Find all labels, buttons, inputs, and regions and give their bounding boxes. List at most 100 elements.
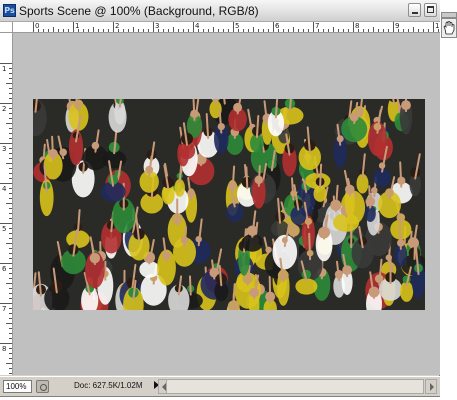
canvas-area[interactable] bbox=[13, 33, 440, 375]
hand-tool-icon[interactable] bbox=[443, 21, 455, 35]
ruler-tick bbox=[153, 22, 154, 32]
ruler-minor-tick bbox=[418, 29, 419, 32]
ruler-minor-tick bbox=[198, 29, 199, 32]
ruler-minor-tick bbox=[9, 113, 12, 114]
ruler-label: 1 bbox=[2, 65, 7, 73]
vertical-ruler[interactable]: 1 2 3 4 5 6 7 8 bbox=[0, 33, 13, 375]
horizontal-ruler[interactable]: 012345678910 bbox=[13, 22, 440, 33]
ruler-tick bbox=[0, 223, 12, 224]
ruler-minor-tick bbox=[173, 27, 174, 32]
ruler-minor-tick bbox=[9, 78, 12, 79]
crowd-photo[interactable] bbox=[33, 99, 425, 310]
ruler-minor-tick bbox=[6, 243, 12, 244]
ruler-minor-tick bbox=[138, 29, 139, 32]
ruler-minor-tick bbox=[438, 29, 439, 32]
zoom-level-field[interactable]: 100% bbox=[3, 380, 32, 393]
ruler-minor-tick bbox=[9, 278, 12, 279]
ruler-minor-tick bbox=[9, 268, 12, 269]
ruler-minor-tick bbox=[368, 29, 369, 32]
crowd-photo-graphic bbox=[33, 99, 425, 310]
ruler-minor-tick bbox=[398, 29, 399, 32]
ruler-origin[interactable] bbox=[0, 22, 13, 33]
minimize-button[interactable] bbox=[408, 3, 421, 17]
ruler-minor-tick bbox=[9, 293, 12, 294]
ruler-minor-tick bbox=[9, 153, 12, 154]
ruler-tick bbox=[193, 22, 194, 32]
horizontal-scrollbar[interactable] bbox=[166, 379, 424, 394]
ruler-minor-tick bbox=[343, 29, 344, 32]
ruler-minor-tick bbox=[423, 29, 424, 32]
ruler-minor-tick bbox=[9, 133, 12, 134]
ruler-minor-tick bbox=[9, 193, 12, 194]
ruler-minor-tick bbox=[9, 353, 12, 354]
ruler-minor-tick bbox=[428, 29, 429, 32]
ruler-minor-tick bbox=[383, 29, 384, 32]
ruler-minor-tick bbox=[283, 29, 284, 32]
ruler-minor-tick bbox=[263, 29, 264, 32]
scroll-right-button[interactable] bbox=[425, 379, 437, 394]
ruler-minor-tick bbox=[6, 163, 12, 164]
ruler-tick bbox=[33, 22, 34, 32]
ruler-minor-tick bbox=[9, 158, 12, 159]
ruler-minor-tick bbox=[118, 29, 119, 32]
ruler-minor-tick bbox=[158, 29, 159, 32]
ruler-tick bbox=[313, 22, 314, 32]
ruler-minor-tick bbox=[238, 29, 239, 32]
ruler-minor-tick bbox=[323, 29, 324, 32]
ruler-minor-tick bbox=[9, 93, 12, 94]
ruler-minor-tick bbox=[9, 213, 12, 214]
ruler-minor-tick bbox=[328, 29, 329, 32]
title-bar[interactable]: Ps Sports Scene @ 100% (Background, RGB/… bbox=[0, 0, 440, 22]
ruler-minor-tick bbox=[303, 29, 304, 32]
ruler-minor-tick bbox=[9, 108, 12, 109]
ruler-minor-tick bbox=[6, 283, 12, 284]
ruler-minor-tick bbox=[178, 29, 179, 32]
ruler-minor-tick bbox=[9, 148, 12, 149]
status-info-icon[interactable] bbox=[36, 380, 49, 393]
ruler-tick bbox=[233, 22, 234, 32]
minimize-icon bbox=[412, 12, 418, 14]
ruler-tick bbox=[0, 103, 12, 104]
ruler-minor-tick bbox=[9, 258, 12, 259]
ruler-tick bbox=[0, 183, 12, 184]
ruler-minor-tick bbox=[298, 29, 299, 32]
ruler-tick bbox=[73, 22, 74, 32]
ruler-minor-tick bbox=[388, 29, 389, 32]
ruler-minor-tick bbox=[9, 273, 12, 274]
ruler-minor-tick bbox=[48, 29, 49, 32]
ruler-minor-tick bbox=[9, 308, 12, 309]
ruler-minor-tick bbox=[168, 29, 169, 32]
ruler-minor-tick bbox=[9, 138, 12, 139]
ruler-minor-tick bbox=[373, 27, 374, 32]
ruler-minor-tick bbox=[6, 123, 12, 124]
document-size-info: Doc: 627.5K/1.02M bbox=[74, 381, 143, 390]
ruler-minor-tick bbox=[88, 29, 89, 32]
tool-palette bbox=[441, 18, 457, 38]
ruler-minor-tick bbox=[128, 29, 129, 32]
ruler-minor-tick bbox=[403, 29, 404, 32]
ruler-minor-tick bbox=[9, 168, 12, 169]
window-title: Sports Scene @ 100% (Background, RGB/8) bbox=[19, 4, 259, 18]
ruler-label: 6 bbox=[2, 265, 7, 273]
ruler-label: 5 bbox=[2, 225, 7, 233]
ruler-minor-tick bbox=[9, 88, 12, 89]
ruler-label: 2 bbox=[2, 105, 7, 113]
ruler-label: 3 bbox=[2, 145, 7, 153]
maximize-button[interactable] bbox=[424, 3, 437, 17]
ruler-minor-tick bbox=[9, 178, 12, 179]
ruler-minor-tick bbox=[253, 27, 254, 32]
ruler-minor-tick bbox=[258, 29, 259, 32]
ruler-minor-tick bbox=[9, 238, 12, 239]
ruler-minor-tick bbox=[6, 363, 12, 364]
ruler-minor-tick bbox=[308, 29, 309, 32]
ruler-minor-tick bbox=[9, 233, 12, 234]
maximize-icon bbox=[427, 6, 434, 13]
ruler-minor-tick bbox=[9, 318, 12, 319]
ruler-minor-tick bbox=[6, 83, 12, 84]
ruler-minor-tick bbox=[9, 328, 12, 329]
ruler-minor-tick bbox=[243, 29, 244, 32]
ruler-minor-tick bbox=[208, 29, 209, 32]
ruler-minor-tick bbox=[348, 29, 349, 32]
ruler-minor-tick bbox=[93, 27, 94, 32]
ruler-minor-tick bbox=[218, 29, 219, 32]
